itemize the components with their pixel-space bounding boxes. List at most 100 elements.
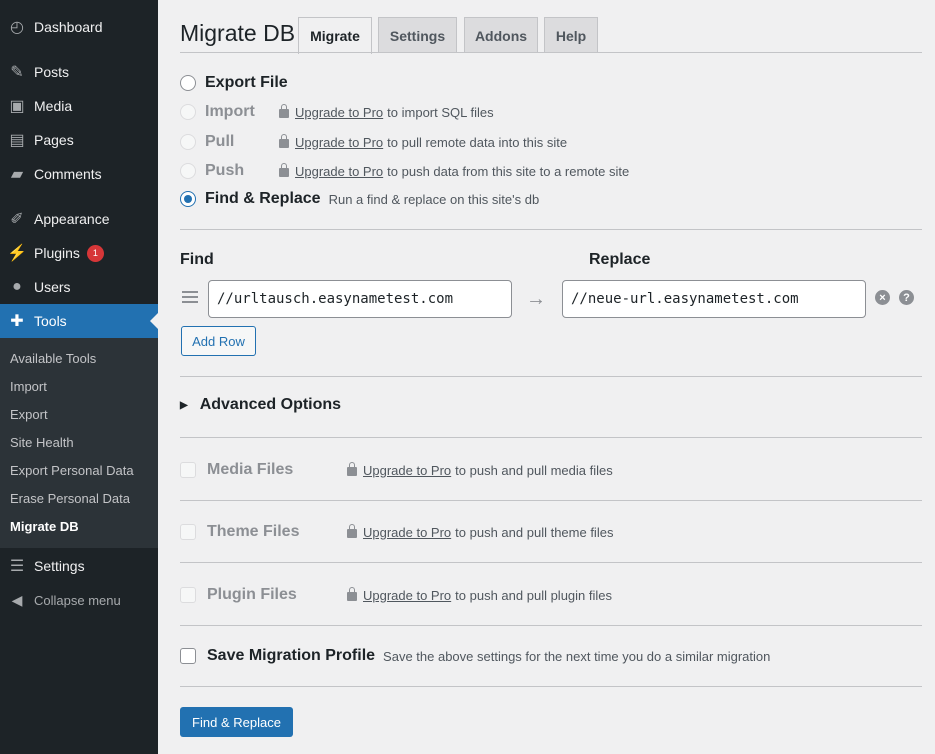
section-divider (180, 625, 922, 626)
find-input[interactable] (208, 280, 512, 318)
action-import: Import Upgrade to Pro to import SQL file… (180, 101, 494, 123)
user-icon: ● (12, 278, 22, 295)
lock-icon (347, 524, 357, 538)
save-profile-option[interactable]: Save Migration Profile Save the above se… (180, 645, 770, 667)
menu-users[interactable]: ● Users (0, 270, 158, 304)
menu-label: Dashboard (34, 19, 103, 35)
menu-dashboard[interactable]: ◴ Dashboard (0, 10, 158, 44)
upgrade-link[interactable]: Upgrade to Pro (295, 105, 383, 120)
export-radio[interactable] (180, 75, 196, 91)
submenu-export-personal-data[interactable]: Export Personal Data (10, 461, 134, 481)
lock-icon (347, 587, 357, 601)
menu-label: Media (34, 98, 73, 114)
collapse-menu-button[interactable]: ◀ Collapse menu (0, 583, 158, 617)
find-replace-radio[interactable] (180, 191, 196, 207)
menu-posts[interactable]: ✎ Posts (0, 55, 158, 89)
upgrade-link[interactable]: Upgrade to Pro (363, 588, 451, 603)
collapse-icon: ◀ (11, 591, 23, 608)
section-divider (180, 437, 922, 438)
add-row-button[interactable]: Add Row (181, 326, 256, 356)
menu-label: Collapse menu (34, 592, 121, 608)
action-label: Export File (205, 74, 288, 91)
media-files-option: Media Files Upgrade to Pro to push and p… (180, 459, 613, 481)
menu-label: Settings (34, 558, 85, 574)
pull-radio (180, 134, 196, 150)
section-divider (180, 562, 922, 563)
action-export-file[interactable]: Export File (180, 72, 288, 94)
option-hint: to push and pull theme files (455, 524, 614, 540)
update-count-badge: 1 (86, 244, 104, 262)
menu-label: Users (34, 279, 71, 295)
sliders-icon: ☰ (9, 558, 25, 575)
menu-label: Appearance (34, 211, 110, 227)
submenu-migrate-db[interactable]: Migrate DB (10, 517, 79, 537)
section-divider (180, 376, 922, 377)
action-label: Push (205, 162, 245, 179)
lock-icon (279, 163, 289, 177)
menu-label: Pages (34, 132, 74, 148)
submenu-export[interactable]: Export (10, 405, 48, 425)
theme-files-option: Theme Files Upgrade to Pro to push and p… (180, 521, 613, 543)
menu-settings[interactable]: ☰ Settings (0, 549, 158, 583)
action-hint: Run a find & replace on this site's db (328, 191, 540, 207)
find-label: Find (180, 251, 214, 268)
option-label: Media Files (207, 461, 294, 478)
drag-handle-icon[interactable] (182, 291, 198, 305)
option-hint: to push and pull plugin files (455, 587, 613, 603)
push-radio (180, 163, 196, 179)
replace-input[interactable] (562, 280, 866, 318)
brush-icon: ✐ (10, 211, 24, 228)
submenu-site-health[interactable]: Site Health (10, 433, 74, 453)
theme-files-checkbox (180, 524, 196, 540)
upgrade-link[interactable]: Upgrade to Pro (363, 525, 451, 540)
media-files-checkbox (180, 462, 196, 478)
tab-settings[interactable]: Settings (378, 17, 457, 53)
section-divider (180, 686, 922, 687)
menu-label: Comments (34, 166, 102, 182)
action-label: Pull (205, 133, 235, 150)
advanced-options-toggle[interactable]: ▶ Advanced Options (180, 396, 341, 414)
upgrade-link[interactable]: Upgrade to Pro (295, 135, 383, 150)
section-divider (180, 500, 922, 501)
menu-pages[interactable]: ▤ Pages (0, 123, 158, 157)
help-icon[interactable]: ? (899, 290, 914, 305)
wrench-icon: ✚ (10, 313, 24, 330)
find-replace-submit-button[interactable]: Find & Replace (180, 707, 293, 737)
action-pull: Pull Upgrade to Pro to pull remote data … (180, 131, 567, 153)
option-label: Theme Files (207, 523, 300, 540)
action-label: Find & Replace (205, 190, 321, 207)
remove-row-icon[interactable]: × (875, 290, 890, 305)
option-hint: Save the above settings for the next tim… (383, 648, 771, 664)
save-profile-checkbox[interactable] (180, 648, 196, 664)
tab-addons[interactable]: Addons (464, 17, 538, 53)
action-hint: to push data from this site to a remote … (387, 163, 630, 179)
menu-appearance[interactable]: ✐ Appearance (0, 202, 158, 236)
page-title: Migrate DB (180, 20, 296, 46)
tools-submenu: Available Tools Import Export Site Healt… (0, 338, 158, 548)
plug-icon: ⚡ (7, 245, 27, 262)
submenu-available-tools[interactable]: Available Tools (10, 349, 96, 369)
menu-media[interactable]: ▣ Media (0, 89, 158, 123)
submenu-import[interactable]: Import (10, 377, 47, 397)
upgrade-link[interactable]: Upgrade to Pro (295, 164, 383, 179)
plugin-files-option: Plugin Files Upgrade to Pro to push and … (180, 584, 612, 606)
admin-sidebar: ◴ Dashboard ✎ Posts ▣ Media ▤ Pages ▰ Co… (0, 0, 158, 754)
advanced-label: Advanced Options (199, 396, 342, 413)
pages-icon: ▤ (9, 132, 25, 149)
upgrade-link[interactable]: Upgrade to Pro (363, 463, 451, 478)
menu-tools[interactable]: ✚ Tools (0, 304, 158, 338)
menu-plugins[interactable]: ⚡ Plugins 1 (0, 236, 158, 270)
action-hint: to pull remote data into this site (387, 134, 568, 150)
menu-comments[interactable]: ▰ Comments (0, 157, 158, 191)
tab-help[interactable]: Help (544, 17, 598, 53)
replace-label: Replace (589, 251, 651, 268)
tab-migrate[interactable]: Migrate (298, 17, 372, 54)
dashboard-icon: ◴ (10, 19, 24, 36)
lock-icon (347, 462, 357, 476)
action-find-replace[interactable]: Find & Replace Run a find & replace on t… (180, 188, 539, 210)
import-radio (180, 104, 196, 120)
lock-icon (279, 104, 289, 118)
menu-label: Tools (34, 313, 67, 329)
menu-label: Posts (34, 64, 70, 80)
submenu-erase-personal-data[interactable]: Erase Personal Data (10, 489, 130, 509)
